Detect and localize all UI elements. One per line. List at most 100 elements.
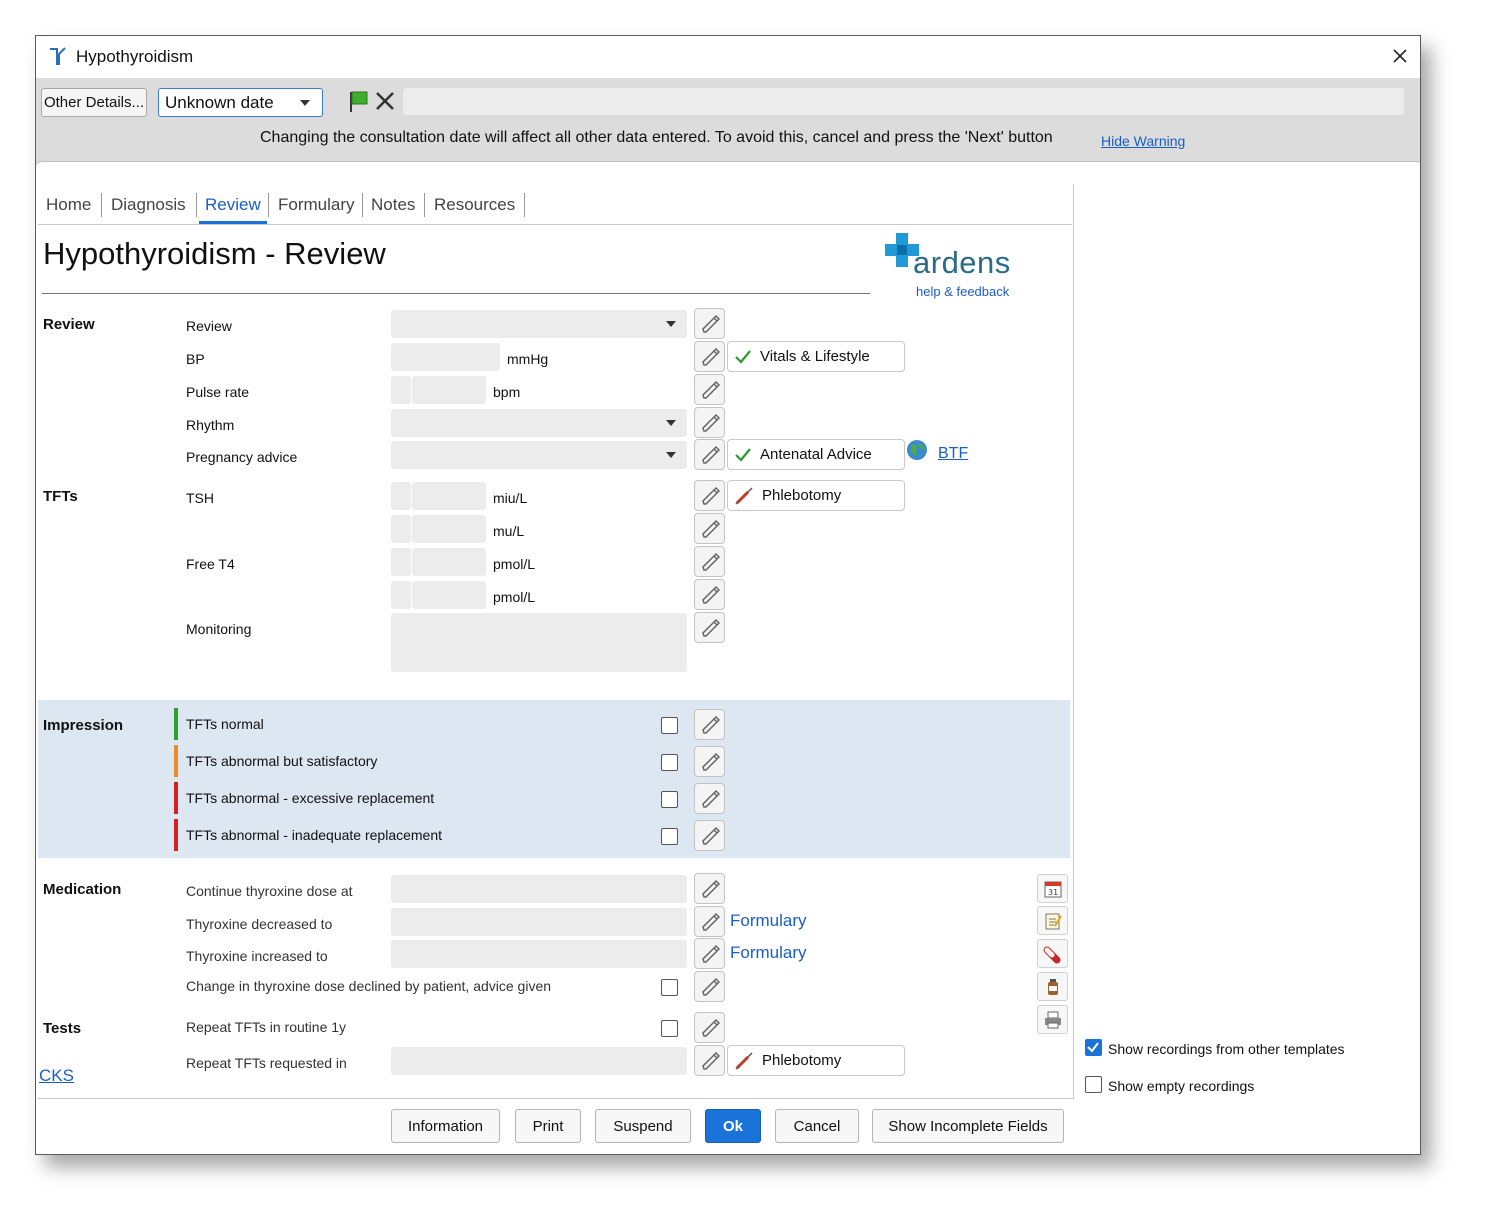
show-empty-checkbox[interactable] bbox=[1085, 1076, 1102, 1093]
tsh-qualifier[interactable] bbox=[391, 482, 411, 510]
phlebotomy-button[interactable]: Phlebotomy bbox=[727, 480, 905, 511]
pulse-unit: bpm bbox=[493, 384, 521, 400]
ardens-logo-text[interactable]: ardens bbox=[913, 245, 1011, 281]
calendar-icon[interactable]: 31 bbox=[1037, 874, 1068, 903]
chevron-down-icon bbox=[666, 420, 676, 426]
declined-label: Change in thyroxine dose declined by pat… bbox=[186, 978, 552, 994]
tab-review[interactable]: Review bbox=[205, 195, 261, 215]
pulse-label: Pulse rate bbox=[186, 384, 250, 400]
help-feedback-link[interactable]: help & feedback bbox=[916, 284, 1009, 299]
ft4-alt-qualifier[interactable] bbox=[391, 581, 411, 609]
repeat-requested-input[interactable] bbox=[391, 1047, 687, 1075]
cks-link[interactable]: CKS bbox=[39, 1066, 74, 1086]
tab-separator bbox=[268, 193, 269, 217]
tsh-alt-input[interactable] bbox=[412, 515, 486, 543]
edit-impression-normal-button[interactable] bbox=[694, 709, 725, 740]
edit-ft4-alt-button[interactable] bbox=[694, 579, 725, 610]
review-dropdown[interactable] bbox=[391, 310, 687, 338]
printer-icon[interactable] bbox=[1037, 1005, 1068, 1034]
tab-home[interactable]: Home bbox=[46, 195, 91, 215]
globe-icon[interactable] bbox=[906, 439, 928, 461]
tab-separator bbox=[524, 193, 525, 217]
edit-tsh-alt-button[interactable] bbox=[694, 513, 725, 544]
edit-decreased-button[interactable] bbox=[694, 906, 725, 937]
ft4-alt-input[interactable] bbox=[412, 581, 486, 609]
edit-repeat-requested-button[interactable] bbox=[694, 1045, 725, 1076]
pill-icon[interactable] bbox=[1037, 939, 1068, 968]
date-select[interactable]: Unknown date bbox=[158, 88, 323, 117]
ok-button[interactable]: Ok bbox=[705, 1109, 761, 1143]
phlebotomy-button-tests[interactable]: Phlebotomy bbox=[727, 1045, 905, 1076]
edit-continue-dose-button[interactable] bbox=[694, 873, 725, 904]
bp-label: BP bbox=[186, 351, 205, 367]
pulse-qualifier[interactable] bbox=[391, 376, 411, 404]
medicine-bottle-icon[interactable] bbox=[1037, 972, 1068, 1001]
decreased-input[interactable] bbox=[391, 908, 687, 936]
edit-rhythm-button[interactable] bbox=[694, 407, 725, 438]
impression-excessive-label: TFTs abnormal - excessive replacement bbox=[186, 790, 435, 806]
edit-pulse-button[interactable] bbox=[694, 374, 725, 405]
hide-warning-link[interactable]: Hide Warning bbox=[1101, 133, 1185, 149]
tab-separator bbox=[424, 193, 425, 217]
formulary-link-decreased[interactable]: Formulary bbox=[730, 911, 807, 931]
tab-formulary[interactable]: Formulary bbox=[278, 195, 355, 215]
repeat-routine-checkbox[interactable] bbox=[661, 1020, 678, 1037]
print-button[interactable]: Print bbox=[515, 1109, 581, 1143]
tab-separator bbox=[196, 193, 197, 217]
pencil-icon bbox=[701, 1018, 720, 1037]
edit-impression-excessive-button[interactable] bbox=[694, 783, 725, 814]
increased-label: Thyroxine increased to bbox=[186, 948, 328, 964]
tab-notes[interactable]: Notes bbox=[371, 195, 415, 215]
date-value: Unknown date bbox=[165, 92, 274, 112]
rhythm-label: Rhythm bbox=[186, 417, 235, 433]
other-details-button[interactable]: Other Details... bbox=[41, 88, 147, 117]
notepad-icon[interactable] bbox=[1037, 906, 1068, 935]
declined-checkbox[interactable] bbox=[661, 979, 678, 996]
pencil-icon bbox=[701, 977, 720, 996]
impression-excessive-checkbox[interactable] bbox=[661, 791, 678, 808]
formulary-link-increased[interactable]: Formulary bbox=[730, 943, 807, 963]
clear-date-icon[interactable] bbox=[374, 90, 396, 112]
flag-icon[interactable] bbox=[347, 90, 369, 114]
edit-declined-button[interactable] bbox=[694, 971, 725, 1002]
monitoring-textarea[interactable] bbox=[391, 613, 687, 672]
repeat-routine-label: Repeat TFTs in routine 1y bbox=[186, 1019, 347, 1035]
monitoring-label: Monitoring bbox=[186, 621, 252, 637]
antenatal-advice-button[interactable]: Antenatal Advice bbox=[727, 439, 905, 470]
edit-tsh-button[interactable] bbox=[694, 480, 725, 511]
edit-repeat-routine-button[interactable] bbox=[694, 1012, 725, 1043]
close-icon[interactable] bbox=[1392, 48, 1408, 64]
increased-input[interactable] bbox=[391, 940, 687, 968]
tab-diagnosis[interactable]: Diagnosis bbox=[111, 195, 186, 215]
impression-normal-checkbox[interactable] bbox=[661, 717, 678, 734]
suspend-button[interactable]: Suspend bbox=[595, 1109, 691, 1143]
btf-link[interactable]: BTF bbox=[938, 445, 968, 463]
pulse-input[interactable] bbox=[412, 376, 486, 404]
continue-dose-input[interactable] bbox=[391, 875, 687, 903]
tab-resources[interactable]: Resources bbox=[434, 195, 515, 215]
pregnancy-dropdown[interactable] bbox=[391, 441, 687, 469]
pencil-icon bbox=[701, 944, 720, 963]
bp-input[interactable] bbox=[391, 343, 500, 371]
edit-bp-button[interactable] bbox=[694, 341, 725, 372]
cancel-button[interactable]: Cancel bbox=[775, 1109, 859, 1143]
impression-inadequate-checkbox[interactable] bbox=[661, 828, 678, 845]
vitals-lifestyle-button[interactable]: Vitals & Lifestyle bbox=[727, 341, 905, 372]
edit-monitoring-button[interactable] bbox=[694, 612, 725, 643]
impression-satisfactory-checkbox[interactable] bbox=[661, 754, 678, 771]
information-button[interactable]: Information bbox=[391, 1109, 500, 1143]
edit-impression-inadequate-button[interactable] bbox=[694, 820, 725, 851]
edit-ft4-button[interactable] bbox=[694, 546, 725, 577]
rhythm-dropdown[interactable] bbox=[391, 409, 687, 437]
edit-impression-satisfactory-button[interactable] bbox=[694, 746, 725, 777]
show-other-templates-checkbox[interactable] bbox=[1085, 1039, 1102, 1056]
show-incomplete-fields-button[interactable]: Show Incomplete Fields bbox=[872, 1109, 1064, 1143]
edit-pregnancy-button[interactable] bbox=[694, 439, 725, 470]
edit-increased-button[interactable] bbox=[694, 938, 725, 969]
ft4-qualifier[interactable] bbox=[391, 548, 411, 576]
tsh-alt-qualifier[interactable] bbox=[391, 515, 411, 543]
pencil-icon bbox=[701, 585, 720, 604]
ft4-input[interactable] bbox=[412, 548, 486, 576]
tsh-input[interactable] bbox=[412, 482, 486, 510]
edit-review-button[interactable] bbox=[694, 308, 725, 339]
